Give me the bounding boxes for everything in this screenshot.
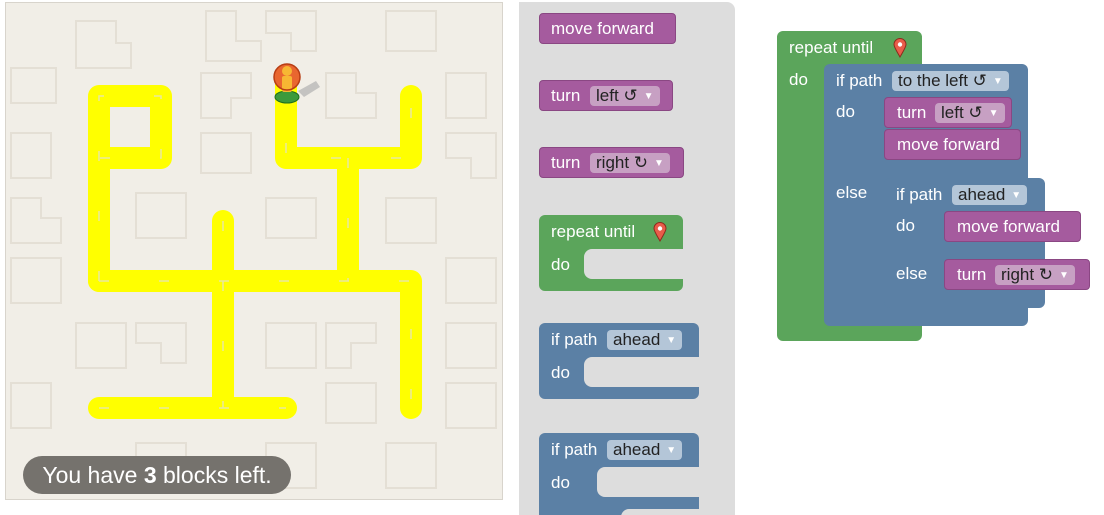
if-path-label: if path [551, 330, 598, 349]
move-forward-block[interactable]: move forward [884, 129, 1021, 160]
turn-right-dropdown-value: right ↻ [596, 153, 649, 172]
turn-left-dropdown-value: left ↺ [941, 103, 983, 122]
do-label: do [896, 216, 915, 235]
turn-left-block[interactable]: turn left ↺ ▼ [884, 97, 1012, 128]
pegman-icon [273, 63, 320, 104]
triangle-down-icon: ▼ [992, 75, 1003, 87]
toolbox-move-forward-block[interactable]: move forward [539, 13, 676, 44]
path-direction-dropdown[interactable]: ahead ▼ [607, 440, 683, 460]
toolbox-turn-left-block[interactable]: turn left ↺ ▼ [539, 80, 673, 111]
blocks-left-count: 3 [143, 462, 157, 488]
repeat-until-label: repeat until [551, 222, 636, 241]
workspace[interactable]: repeat until do if path to the left ↺ ▼ d… [735, 0, 1104, 515]
turn-right-block[interactable]: turn right ↻ ▼ [944, 259, 1090, 290]
toolbox-turn-right-block[interactable]: turn right ↻ ▼ [539, 147, 684, 178]
turn-label: turn [957, 265, 987, 284]
path-direction-dropdown[interactable]: ahead ▼ [607, 330, 683, 350]
else-label: else [896, 264, 928, 283]
toolbox-if-path-block[interactable]: if path ahead ▼ do [539, 323, 699, 399]
toolbox: move forward turn left ↺ ▼ turn right ↻ ▼ … [519, 2, 735, 515]
maze-path [88, 72, 422, 419]
statement-slot [597, 467, 699, 497]
triangle-down-icon: ▼ [1011, 189, 1022, 201]
move-forward-label: move forward [551, 19, 654, 38]
triangle-down-icon: ▼ [654, 157, 664, 169]
do-label: do [551, 255, 570, 274]
triangle-down-icon: ▼ [666, 444, 677, 456]
do-label: do [836, 102, 855, 121]
else-label: else [836, 183, 868, 202]
do-label: do [551, 363, 570, 382]
map-marker-icon [893, 38, 907, 58]
triangle-down-icon: ▼ [666, 334, 677, 346]
turn-left-dropdown[interactable]: left ↺ ▼ [935, 103, 1005, 123]
map-marker-icon [653, 222, 667, 242]
toolbox-if-else-block[interactable]: if path ahead ▼ do [539, 433, 699, 515]
path-direction-value: to the left ↺ [898, 71, 987, 90]
turn-left-dropdown-value: left ↺ [596, 86, 638, 105]
do-label: do [551, 473, 570, 492]
statement-slot [584, 249, 683, 279]
path-direction-dropdown[interactable]: ahead ▼ [952, 185, 1028, 205]
triangle-down-icon: ▼ [988, 107, 999, 119]
path-direction-value: ahead [613, 330, 661, 349]
blocks-left-suffix: blocks left. [156, 462, 272, 488]
do-label: do [789, 70, 808, 89]
move-forward-block[interactable]: move forward [944, 211, 1081, 242]
if-path-label: if path [896, 185, 943, 204]
maze-canvas: You have 3 blocks left. [5, 2, 503, 500]
path-direction-value: ahead [613, 440, 661, 459]
repeat-until-label: repeat until [789, 38, 874, 57]
turn-label: turn [897, 103, 927, 122]
blocks-left-message: You have 3 blocks left. [23, 456, 291, 494]
move-forward-label: move forward [957, 217, 1060, 236]
statement-slot [584, 357, 699, 387]
turn-right-dropdown[interactable]: right ↻ ▼ [995, 265, 1075, 285]
maze-path-dashes [98, 83, 412, 409]
turn-right-dropdown-value: right ↻ [1001, 265, 1054, 284]
turn-right-dropdown[interactable]: right ↻ ▼ [590, 153, 670, 173]
if-path-label: if path [551, 440, 598, 459]
turn-left-dropdown[interactable]: left ↺ ▼ [590, 86, 660, 106]
maze-board [10, 10, 497, 489]
turn-label: turn [551, 86, 581, 105]
if-path-label: if path [836, 71, 883, 90]
triangle-down-icon: ▼ [1059, 269, 1069, 281]
statement-slot [621, 509, 699, 515]
path-direction-value: ahead [958, 185, 1006, 204]
blocks-left-prefix: You have [42, 462, 144, 488]
triangle-down-icon: ▼ [643, 90, 654, 102]
toolbox-repeat-until-block[interactable]: repeat until do [539, 215, 683, 291]
path-direction-dropdown[interactable]: to the left ↺ ▼ [892, 71, 1009, 91]
turn-label: turn [551, 153, 581, 172]
move-forward-label: move forward [897, 135, 1000, 154]
